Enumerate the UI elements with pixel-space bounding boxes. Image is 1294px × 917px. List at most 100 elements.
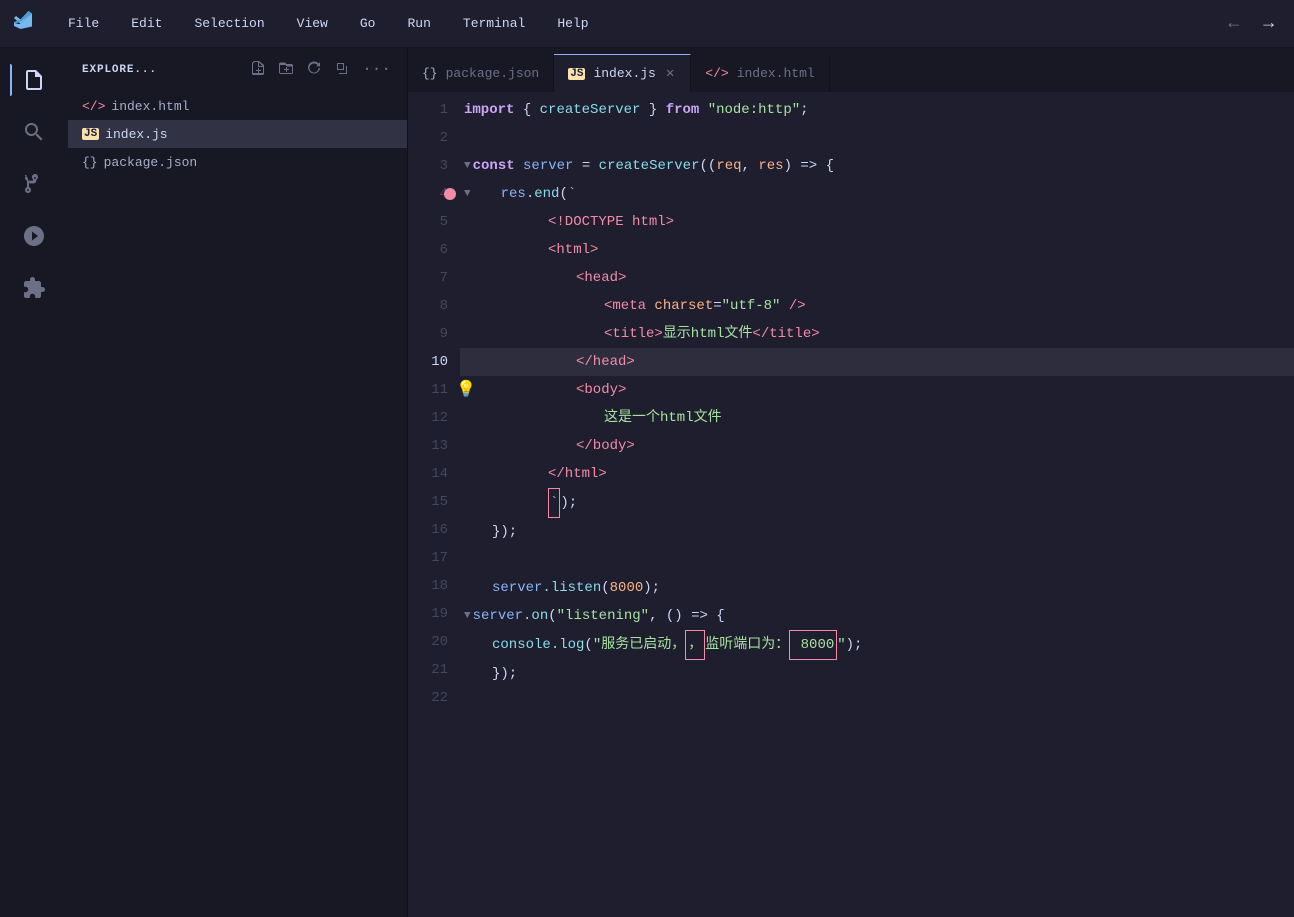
code-line-12: 这是一个html文件	[460, 404, 1294, 432]
menu-terminal[interactable]: Terminal	[457, 12, 531, 35]
var-server-18: server	[492, 574, 542, 602]
menu-bar: File Edit Selection View Go Run Terminal…	[0, 0, 1294, 48]
tag-title-open: <title>	[604, 320, 663, 348]
tab-package-json[interactable]: {} package.json	[408, 54, 554, 92]
code-line-16: });	[460, 518, 1294, 546]
tag-meta-close: />	[780, 292, 805, 320]
js-file-icon: JS	[82, 128, 99, 140]
code-line-1: import { createServer } from "node:http"…	[460, 96, 1294, 124]
forward-arrow-icon[interactable]: →	[1255, 10, 1282, 38]
new-folder-icon[interactable]	[276, 58, 296, 83]
tab-json-icon: {}	[422, 66, 438, 81]
code-line-18: server .listen ( 8000 );	[460, 574, 1294, 602]
tag-body-close: </body>	[576, 432, 635, 460]
code-content: import { createServer } from "node:http"…	[460, 92, 1294, 917]
code-editor[interactable]: 1 2 3 4 5 6 7 8 9 10 11 12 13 14 15 16 1…	[408, 92, 1294, 917]
fn-createServer-2: createServer	[599, 152, 700, 180]
method-on: .on	[523, 602, 548, 630]
tag-head-open: <head>	[576, 264, 626, 292]
tag-head-close: </head>	[576, 348, 635, 376]
sidebar-toolbar: ···	[248, 58, 393, 83]
tag-body-open: <body>	[576, 376, 626, 404]
sidebar: EXPLORE...	[68, 48, 408, 917]
fold-icon-4[interactable]: ▼	[464, 180, 471, 208]
collapse-all-icon[interactable]	[332, 58, 352, 83]
fn-createServer-1: createServer	[540, 96, 641, 124]
code-line-17	[460, 546, 1294, 574]
html-file-icon: </>	[82, 99, 105, 114]
title-text: 显示html文件	[663, 320, 753, 348]
main-layout: EXPLORE...	[0, 48, 1294, 917]
code-line-4: ▼ res .end ( `	[460, 180, 1294, 208]
keyword-import: import	[464, 96, 514, 124]
file-name-package-json: package.json	[104, 155, 198, 170]
explorer-icon[interactable]	[10, 56, 58, 104]
search-icon[interactable]	[10, 108, 58, 156]
template-end: `	[548, 488, 560, 518]
sidebar-item-package-json[interactable]: {} package.json	[68, 148, 407, 176]
refresh-icon[interactable]	[304, 58, 324, 83]
menu-help[interactable]: Help	[551, 12, 594, 35]
tag-doctype: <!DOCTYPE html>	[548, 208, 674, 236]
template-start: `	[568, 180, 576, 208]
fold-icon-3[interactable]: ▼	[464, 152, 471, 180]
var-res-4: res	[501, 180, 526, 208]
fold-icon-19[interactable]: ▼	[464, 602, 471, 630]
tab-index-html[interactable]: </> index.html	[691, 54, 829, 92]
tab-js-icon: JS	[568, 68, 585, 80]
str-console-msg: "服务已启动，	[593, 631, 685, 659]
tab-label-package-json: package.json	[446, 66, 540, 81]
tag-html-close: </html>	[548, 460, 607, 488]
new-file-icon[interactable]	[248, 58, 268, 83]
tag-title-close: </title>	[752, 320, 819, 348]
str-listening: "listening"	[557, 602, 649, 630]
str-console-msg-mid: ，	[685, 630, 705, 660]
back-arrow-icon[interactable]: ←	[1220, 10, 1247, 38]
debug-icon[interactable]	[10, 212, 58, 260]
json-file-icon: {}	[82, 155, 98, 170]
str-console-msg-num: 8000	[789, 630, 837, 660]
navigation-arrows: ← →	[1220, 10, 1282, 38]
code-line-6: <html>	[460, 236, 1294, 264]
sidebar-item-index-html[interactable]: </> index.html	[68, 92, 407, 120]
var-server: server	[523, 152, 573, 180]
menu-file[interactable]: File	[62, 12, 105, 35]
code-line-11: 💡 <body>	[460, 376, 1294, 404]
attr-val-utf8: "utf-8"	[722, 292, 781, 320]
console-obj: console	[492, 631, 551, 659]
menu-selection[interactable]: Selection	[188, 12, 270, 35]
code-line-14: </html>	[460, 460, 1294, 488]
file-name-index-html: index.html	[111, 99, 189, 114]
menu-edit[interactable]: Edit	[125, 12, 168, 35]
vscode-logo-icon	[12, 9, 34, 38]
str-console-msg-2: 监听端口为：	[705, 631, 789, 659]
menu-view[interactable]: View	[291, 12, 334, 35]
tab-close-index-js[interactable]: ✕	[664, 65, 676, 82]
breakpoint-4	[444, 188, 456, 200]
param-req: req	[716, 152, 741, 180]
code-line-13: </body>	[460, 432, 1294, 460]
file-name-index-js: index.js	[105, 127, 167, 142]
code-line-9: <title> 显示html文件 </title>	[460, 320, 1294, 348]
menu-run[interactable]: Run	[401, 12, 436, 35]
tab-label-index-js: index.js	[593, 66, 655, 81]
code-line-20: console .log ( "服务已启动， ， 监听端口为： 8000 " )…	[460, 630, 1294, 660]
code-line-22	[460, 688, 1294, 716]
tab-bar: {} package.json JS index.js ✕ </> index.…	[408, 48, 1294, 92]
lightbulb-icon[interactable]: 💡	[456, 376, 476, 404]
tag-meta: <meta	[604, 292, 654, 320]
code-line-15: ` );	[460, 488, 1294, 518]
code-line-8: <meta charset = "utf-8" />	[460, 292, 1294, 320]
tab-html-icon: </>	[705, 66, 728, 81]
more-options-icon[interactable]: ···	[360, 58, 393, 83]
extensions-icon[interactable]	[10, 264, 58, 312]
source-control-icon[interactable]	[10, 160, 58, 208]
tab-index-js[interactable]: JS index.js ✕	[554, 54, 691, 92]
menu-go[interactable]: Go	[354, 12, 382, 35]
sidebar-header: EXPLORE...	[68, 48, 407, 92]
tag-html-open: <html>	[548, 236, 598, 264]
code-line-5: <!DOCTYPE html>	[460, 208, 1294, 236]
param-res: res	[758, 152, 783, 180]
method-log: .log	[551, 631, 585, 659]
sidebar-item-index-js[interactable]: JS index.js	[68, 120, 407, 148]
